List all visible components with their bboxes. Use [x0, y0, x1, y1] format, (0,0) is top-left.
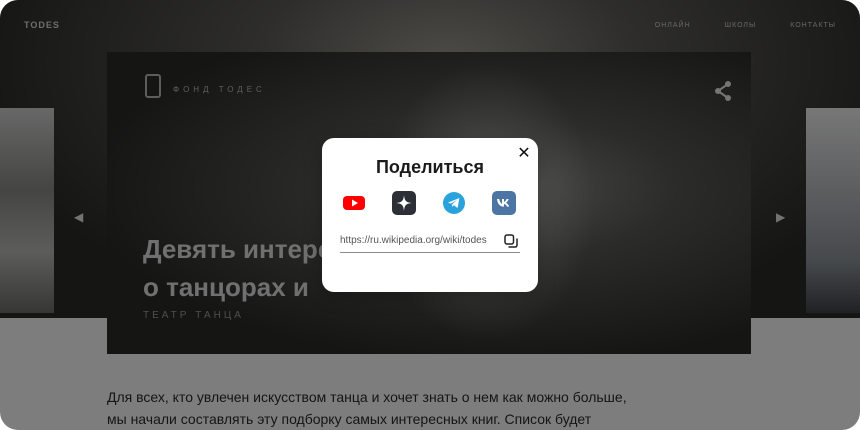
- copy-icon[interactable]: [504, 234, 518, 248]
- share-modal: Поделиться ✕ https://ru.wikipedia.org/wi…: [322, 138, 538, 292]
- share-modal-title: Поделиться: [375, 157, 485, 177]
- share-icons-row: [342, 191, 518, 215]
- zen-icon[interactable]: [392, 191, 416, 215]
- vk-icon[interactable]: [492, 191, 516, 215]
- share-url-field[interactable]: https://ru.wikipedia.org/wiki/todes: [340, 232, 520, 253]
- close-icon[interactable]: ✕: [516, 146, 532, 162]
- telegram-icon[interactable]: [442, 191, 466, 215]
- youtube-icon[interactable]: [342, 191, 366, 215]
- page-frame: TODES ОНЛАЙН ШКОЛЫ КОНТАКТЫ ◀ ▶ ФОНД ТОД…: [0, 0, 860, 430]
- share-url-text[interactable]: https://ru.wikipedia.org/wiki/todes: [340, 235, 492, 246]
